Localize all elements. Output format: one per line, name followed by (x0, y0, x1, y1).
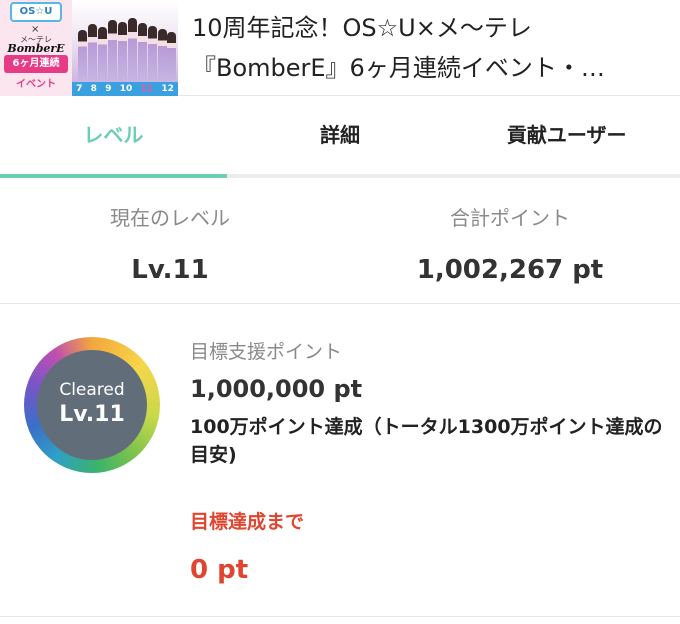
event-title: 10周年記念！OS☆U×メ〜テレ 『BomberE』6ヶ月連続イベント・… (192, 8, 672, 88)
banner-month: 8 (90, 84, 97, 94)
remaining-value: 0 pt (190, 555, 249, 585)
target-panel: Cleared Lv.11 目標支援ポイント 1,000,000 pt 100万… (0, 305, 680, 617)
current-level-label: 現在のレベル (110, 206, 230, 230)
total-points-value: 1,002,267 pt (416, 255, 604, 285)
member-figure (138, 23, 147, 82)
remaining-label: 目標達成まで (190, 511, 305, 533)
banner-month-strip: 7 8 9 10 11 12 (72, 82, 178, 96)
level-badge: Cleared Lv.11 (37, 350, 147, 460)
banner-month: 7 (76, 84, 83, 94)
current-level-value: Lv.11 (131, 255, 209, 285)
event-header: OS☆U × メ〜テレ BomberE 6ヶ月連続 イベント 7 8 9 10 … (0, 0, 680, 96)
tab-contributors[interactable]: 貢献ユーザー (453, 96, 680, 174)
banner-month: 11 (140, 84, 154, 94)
event-title-line-2: 『BomberE』6ヶ月連続イベント・… (192, 54, 605, 82)
member-figure (148, 26, 157, 82)
banner-month: 10 (119, 84, 133, 94)
member-figure (98, 27, 107, 82)
stats-panel: 現在のレベル Lv.11 合計ポイント 1,002,267 pt (0, 182, 680, 304)
banner-month: 9 (105, 84, 112, 94)
level-badge-level: Lv.11 (59, 402, 125, 427)
tab-level[interactable]: レベル (0, 96, 227, 178)
target-points-value: 1,000,000 pt (190, 375, 363, 403)
current-level-stat: 現在のレベル Lv.11 (0, 182, 340, 303)
tab-bar: レベル 詳細 貢献ユーザー (0, 96, 680, 178)
member-figure (118, 22, 127, 82)
banner-show-name: BomberE (7, 42, 65, 55)
member-figure (108, 20, 117, 82)
banner-logo-text: OS☆U (10, 2, 62, 22)
total-points-label: 合計ポイント (450, 206, 570, 230)
target-points-label: 目標支援ポイント (190, 341, 343, 363)
banner-event-text: イベント (16, 79, 56, 90)
tab-details[interactable]: 詳細 (227, 96, 454, 174)
event-title-line-1: 10周年記念！OS☆U×メ〜テレ (192, 14, 532, 42)
event-banner-image[interactable]: OS☆U × メ〜テレ BomberE 6ヶ月連続 イベント 7 8 9 10 … (0, 0, 178, 96)
member-figure (158, 29, 167, 82)
member-figure (128, 18, 137, 82)
member-figure (78, 30, 87, 82)
level-badge-status: Cleared (59, 380, 125, 400)
total-points-stat: 合計ポイント 1,002,267 pt (340, 182, 680, 303)
level-badge-ring: Cleared Lv.11 (24, 337, 160, 473)
target-description: 100万ポイント達成（トータル1300万ポイント達成の目安) (190, 416, 663, 466)
member-figure (167, 32, 176, 82)
banner-logo-panel: OS☆U × メ〜テレ BomberE 6ヶ月連続 イベント (0, 0, 72, 96)
banner-month: 12 (161, 84, 174, 94)
banner-badge: 6ヶ月連続 (4, 55, 68, 73)
member-figure (88, 24, 97, 82)
